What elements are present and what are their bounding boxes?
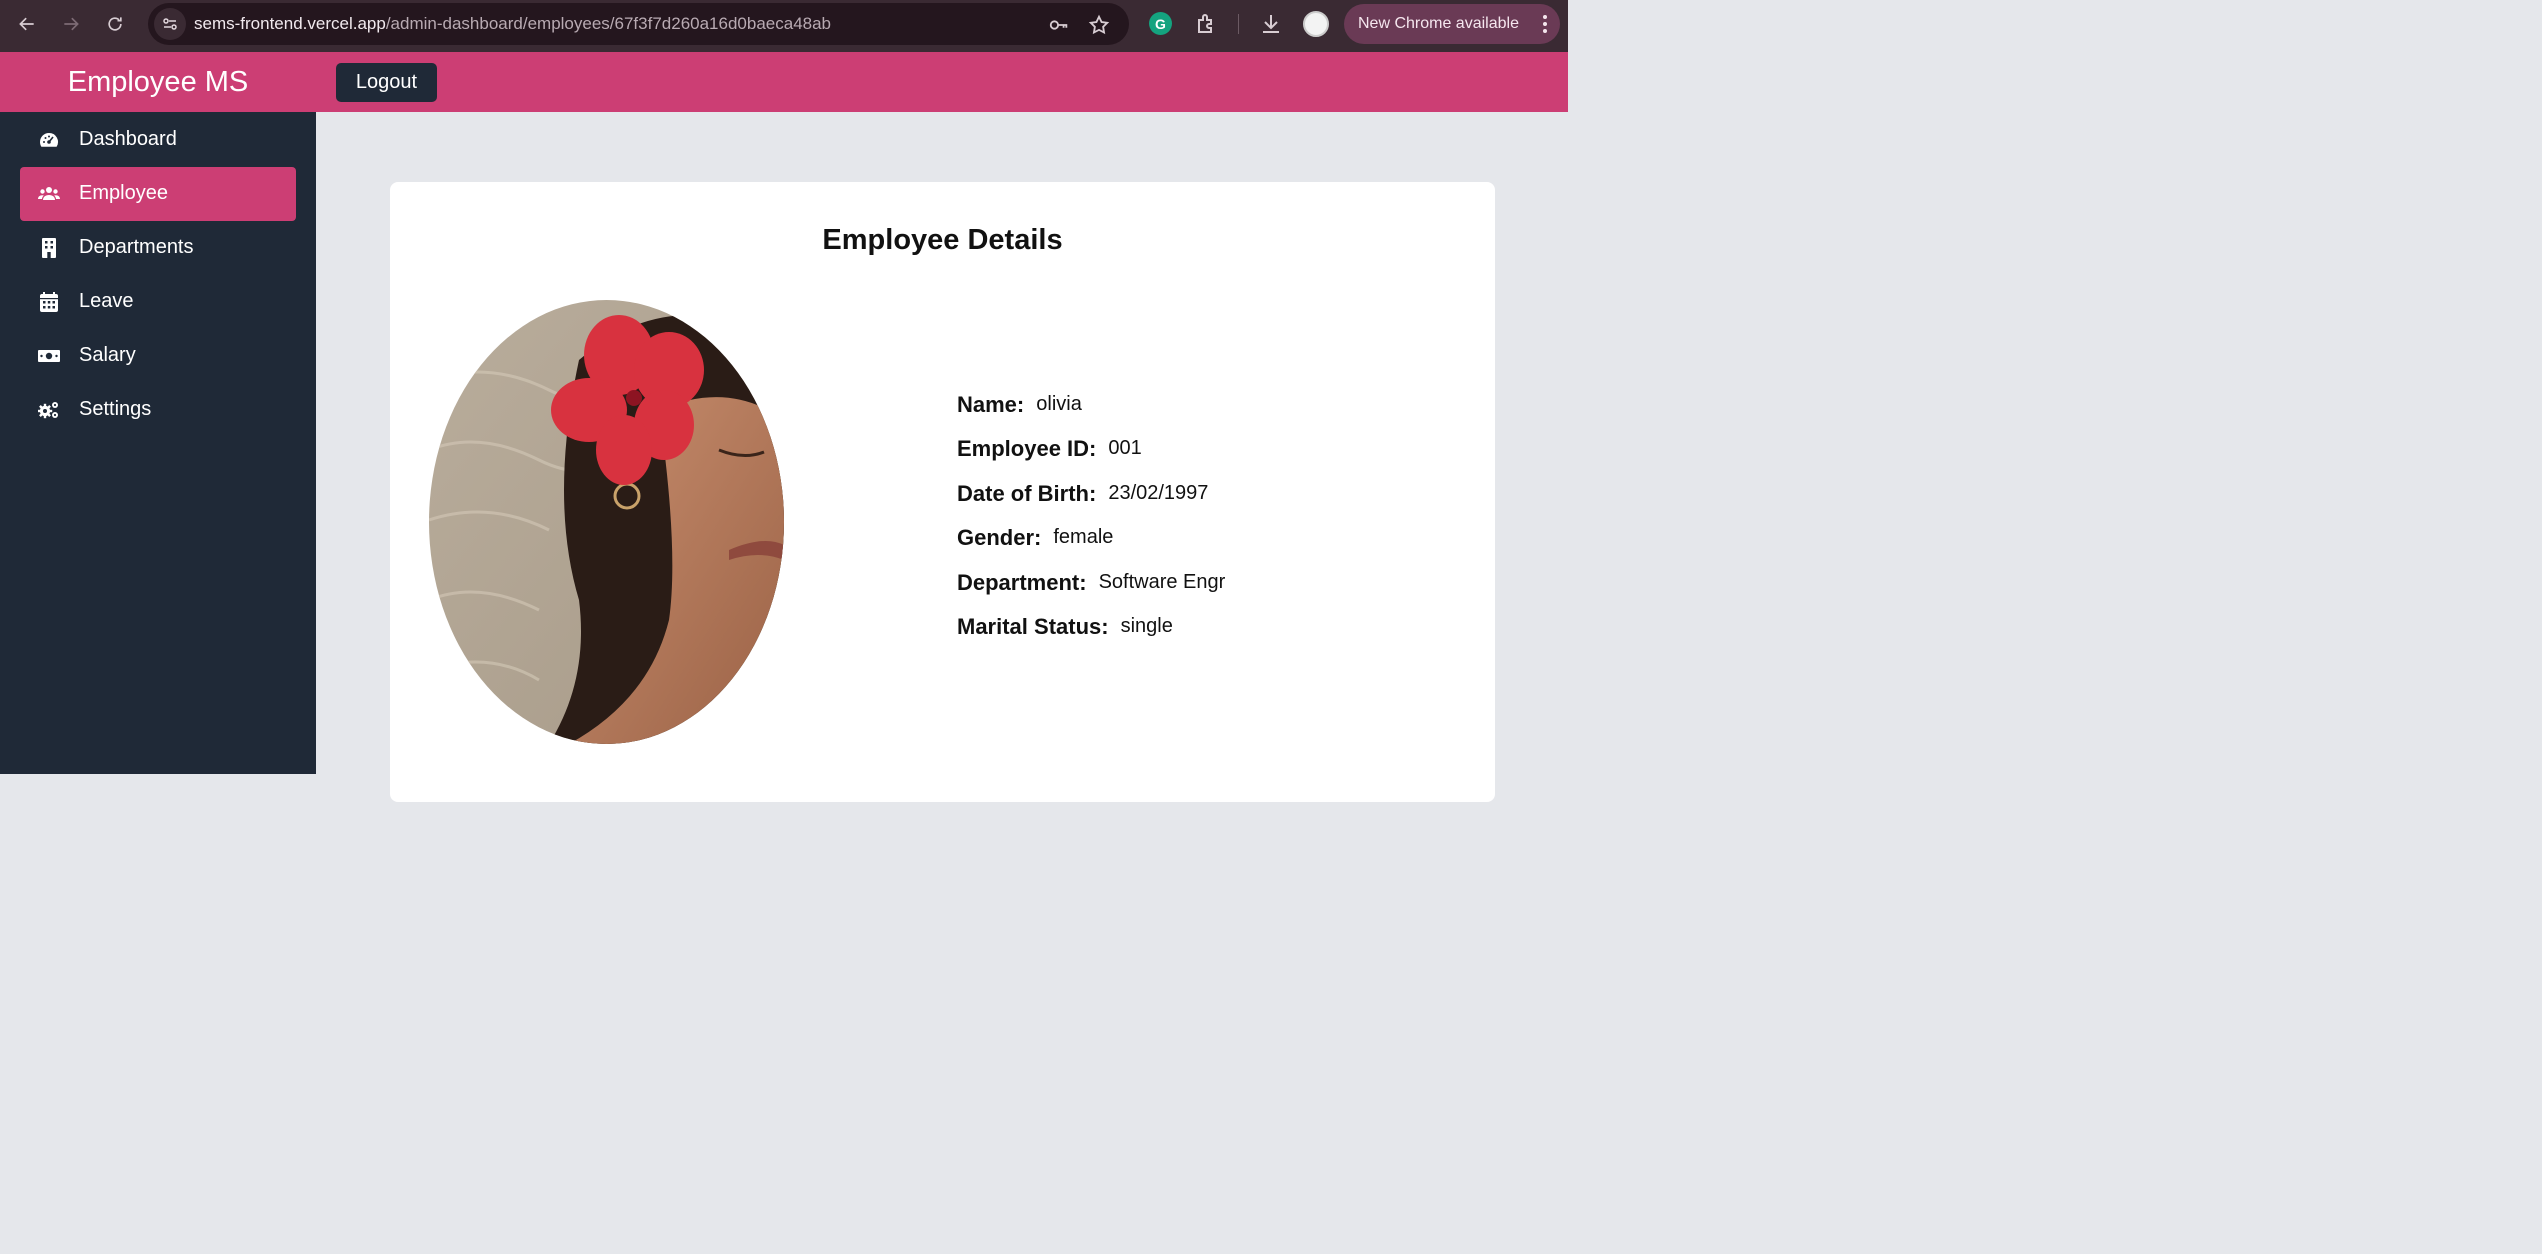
site-settings-icon[interactable]: [154, 8, 186, 40]
sidebar-item-settings[interactable]: Settings: [20, 383, 296, 437]
browser-toolbar: sems-frontend.vercel.app/admin-dashboard…: [0, 0, 1568, 52]
detail-label: Employee ID:: [957, 436, 1097, 461]
detail-value: female: [1053, 526, 1114, 548]
detail-value: olivia: [1036, 393, 1082, 415]
tachometer-icon: [38, 130, 60, 150]
sidebar-item-label: Departments: [79, 236, 194, 258]
detail-label: Marital Status:: [957, 614, 1109, 639]
profile-avatar[interactable]: [1303, 11, 1329, 37]
detail-value: Software Engr: [1098, 571, 1226, 593]
logout-button[interactable]: Logout: [336, 63, 437, 102]
cogs-icon: [37, 400, 60, 420]
employee-photo: [429, 300, 784, 744]
reload-icon[interactable]: [100, 9, 130, 39]
detail-label: Name:: [957, 392, 1025, 417]
url-text[interactable]: sems-frontend.vercel.app/admin-dashboard…: [194, 14, 831, 34]
sidebar-item-label: Employee: [79, 182, 168, 204]
detail-value: 23/02/1997: [1108, 482, 1209, 504]
sidebar-item-salary[interactable]: Salary: [20, 329, 296, 383]
detail-row-marital-status: Marital Status: single: [957, 614, 1173, 640]
detail-row-employee-id: Employee ID: 001: [957, 436, 1142, 462]
detail-value: 001: [1108, 437, 1142, 459]
sidebar-item-employee[interactable]: Employee: [20, 167, 296, 221]
password-key-icon[interactable]: [1048, 14, 1070, 36]
sidebar-item-label: Leave: [79, 290, 134, 312]
bookmark-star-icon[interactable]: [1088, 14, 1110, 36]
detail-row-gender: Gender: female: [957, 525, 1113, 551]
new-chrome-available-button[interactable]: New Chrome available: [1344, 4, 1560, 44]
extensions-puzzle-icon[interactable]: [1194, 12, 1218, 36]
sidebar-item-dashboard[interactable]: Dashboard: [20, 113, 296, 167]
page-title: Employee Details: [822, 224, 1063, 256]
download-icon[interactable]: [1259, 12, 1283, 36]
sidebar: Dashboard Employee Departments Leave Sal…: [0, 112, 316, 774]
forward-arrow-icon[interactable]: [56, 9, 86, 39]
brand-title: Employee MS: [67, 65, 249, 98]
address-bar[interactable]: sems-frontend.vercel.app/admin-dashboard…: [148, 3, 1129, 45]
building-icon: [38, 238, 60, 258]
detail-row-name: Name: olivia: [957, 392, 1082, 418]
detail-row-date-of-birth: Date of Birth: 23/02/1997: [957, 481, 1208, 507]
users-icon: [38, 184, 60, 204]
detail-label: Department:: [957, 570, 1087, 595]
detail-value: single: [1120, 615, 1173, 637]
toolbar-divider: [1238, 14, 1239, 34]
back-arrow-icon[interactable]: [12, 9, 42, 39]
money-bill-icon: [38, 346, 60, 366]
detail-label: Date of Birth:: [957, 481, 1097, 506]
calendar-icon: [38, 292, 60, 312]
sidebar-item-departments[interactable]: Departments: [20, 221, 296, 275]
grammarly-extension-icon[interactable]: G: [1149, 12, 1172, 35]
sidebar-item-leave[interactable]: Leave: [20, 275, 296, 329]
employee-details-card: Employee Details Name: olivia Employee I…: [390, 182, 1495, 802]
sidebar-item-label: Settings: [79, 398, 152, 420]
more-menu-icon[interactable]: [1542, 14, 1548, 34]
detail-row-department: Department: Software Engr: [957, 570, 1225, 596]
sidebar-item-label: Salary: [79, 344, 136, 366]
sidebar-item-label: Dashboard: [79, 128, 177, 150]
app-header: Employee MS Logout: [0, 52, 1568, 112]
detail-label: Gender:: [957, 525, 1042, 550]
